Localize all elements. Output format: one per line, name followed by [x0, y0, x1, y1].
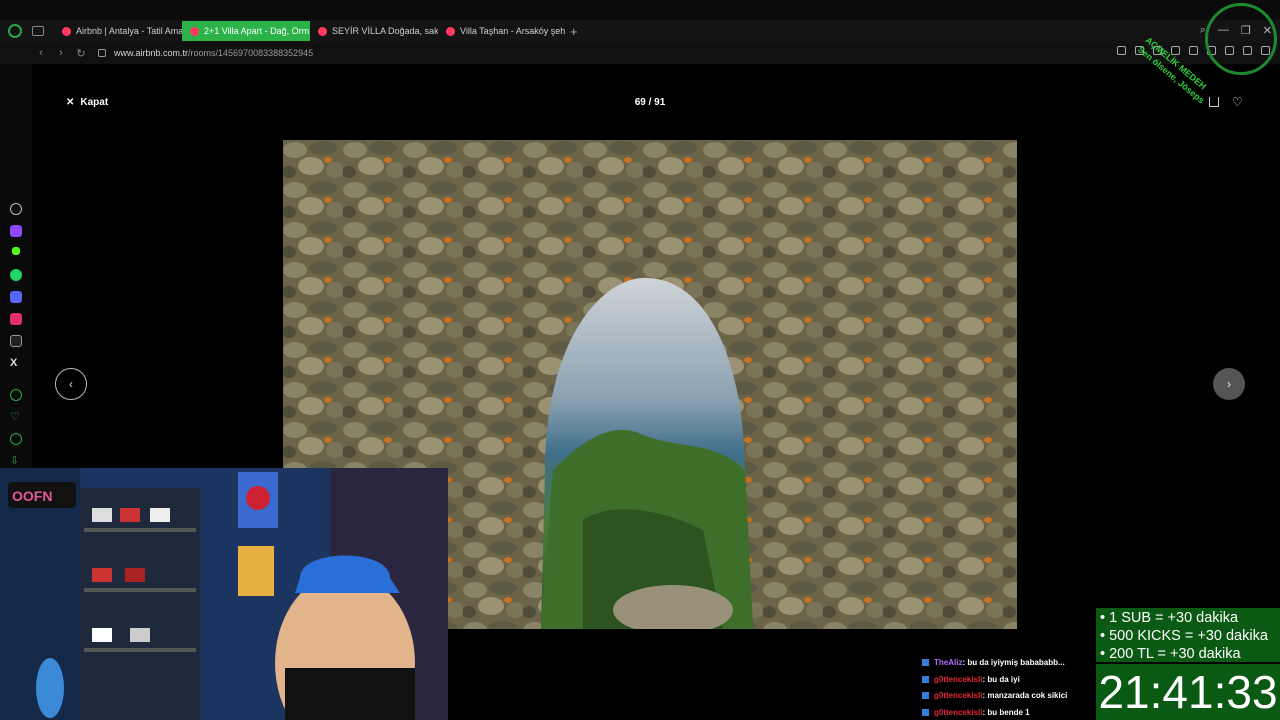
- webcam-overlay: OOFN: [0, 468, 448, 720]
- chat-text: : bu da iyiymiş babababb...: [962, 658, 1065, 667]
- subathon-timer: 21:41:33: [1096, 664, 1280, 720]
- close-icon: ✕: [66, 97, 75, 108]
- badge-icon: [922, 708, 929, 716]
- downloads-sidebar-icon[interactable]: ⇩: [10, 455, 22, 467]
- subathon-rule: • 200 TL = +30 dakika: [1100, 646, 1241, 662]
- chat-text: : bu bende 1: [982, 707, 1030, 717]
- previous-photo-button[interactable]: ‹: [55, 368, 87, 400]
- streamer-webcam-image: OOFN: [0, 468, 448, 720]
- close-button[interactable]: ✕ Kapat: [66, 97, 108, 108]
- badge-icon: [922, 692, 929, 700]
- chat-user: g0ttencekisli: [934, 691, 983, 700]
- browser-tab-3[interactable]: SEYİR VİLLA Doğada, saki: [310, 21, 438, 41]
- chat-message: TheAliz: bu da iyiymiş babababb...: [922, 655, 1102, 672]
- badge-icon: [922, 659, 929, 667]
- back-icon[interactable]: ‹: [34, 47, 48, 59]
- watermark-ring: [1205, 3, 1277, 75]
- bookmark-icon[interactable]: [1117, 46, 1126, 55]
- tab-label: Villa Taşhan - Arsaköy şeh: [460, 26, 566, 36]
- chat-message: g0ttencekisli: manzarada cok sikici: [922, 688, 1102, 705]
- opera-menu-icon[interactable]: [8, 24, 22, 38]
- tiktok-icon[interactable]: [10, 335, 22, 347]
- heart-sidebar-icon[interactable]: ♡: [10, 411, 22, 423]
- reload-icon[interactable]: ↻: [74, 47, 88, 60]
- chevron-right-icon: ›: [1227, 377, 1231, 391]
- tab-label: 2+1 Villa Apart - Dağ, Orm: [204, 26, 310, 36]
- kick-icon[interactable]: [12, 247, 20, 255]
- url-domain: www.airbnb.com.tr: [114, 48, 189, 58]
- close-label: Kapat: [80, 97, 109, 108]
- x-icon[interactable]: X: [10, 357, 22, 369]
- lock-icon: [98, 49, 106, 57]
- tab-label: SEYİR VİLLA Doğada, saki: [332, 26, 438, 36]
- tab-label: Airbnb | Antalya - Tatil Ama: [76, 26, 182, 36]
- player-icon[interactable]: [10, 389, 22, 401]
- airbnb-icon: [318, 26, 327, 36]
- instagram-icon[interactable]: [10, 313, 22, 325]
- subathon-rule: • 1 SUB = +30 dakika: [1100, 610, 1239, 626]
- airbnb-icon: [190, 26, 199, 36]
- stream-chat: TheAliz: bu da iyiymiş babababb... g0tte…: [922, 655, 1102, 720]
- history-icon[interactable]: [10, 433, 22, 445]
- browser-tab-1[interactable]: Airbnb | Antalya - Tatil Ama: [54, 21, 182, 41]
- discord-icon[interactable]: [10, 291, 22, 303]
- browser-tab-4[interactable]: Villa Taşhan - Arsaköy şeh: [438, 21, 566, 41]
- chat-text: : manzarada cok sikici: [982, 691, 1068, 700]
- chatgpt-icon[interactable]: [10, 203, 22, 215]
- chevron-left-icon: ‹: [69, 377, 73, 391]
- heart-icon[interactable]: [1189, 46, 1198, 55]
- photo-counter: 69 / 91: [634, 97, 666, 108]
- chat-message: g0ttencekisli: bu bende 1: [922, 705, 1102, 720]
- browser-tab-2[interactable]: 2+1 Villa Apart - Dağ, Orm: [182, 21, 310, 41]
- subathon-rules: • 1 SUB = +30 dakika • 500 KICKS = +30 d…: [1096, 608, 1280, 662]
- airbnb-icon: [62, 26, 71, 36]
- chat-user: TheAliz: [934, 658, 963, 667]
- url-field[interactable]: www.airbnb.com.tr/rooms/1456970083388352…: [114, 48, 313, 58]
- twitch-icon[interactable]: [10, 225, 22, 237]
- badge-icon: [922, 675, 929, 683]
- next-photo-button[interactable]: ›: [1213, 368, 1245, 400]
- title-strip: [0, 0, 1280, 20]
- subathon-rule: • 500 KICKS = +30 dakika: [1100, 628, 1268, 644]
- chat-text: : bu da iyi: [982, 674, 1020, 684]
- chat-user: g0ttencekisli: [934, 674, 983, 684]
- forward-icon[interactable]: ›: [54, 47, 68, 59]
- url-path: /rooms/1456970083388352945: [188, 48, 314, 58]
- save-heart-icon[interactable]: ♡: [1232, 95, 1243, 109]
- whatsapp-icon[interactable]: [10, 269, 22, 281]
- chat-message: g0ttencekisli: bu da iyi: [922, 672, 1102, 689]
- tab-bar: Airbnb | Antalya - Tatil Ama 2+1 Villa A…: [0, 20, 1280, 42]
- airbnb-icon: [446, 26, 455, 36]
- svg-text:OOFN: OOFN: [12, 488, 52, 504]
- address-bar: ‹ › ↻ www.airbnb.com.tr/rooms/1456970083…: [0, 42, 1280, 64]
- new-tab-button[interactable]: +: [570, 24, 578, 39]
- tab-overview-icon[interactable]: [32, 26, 44, 36]
- chat-user: g0ttencekisli: [934, 707, 983, 717]
